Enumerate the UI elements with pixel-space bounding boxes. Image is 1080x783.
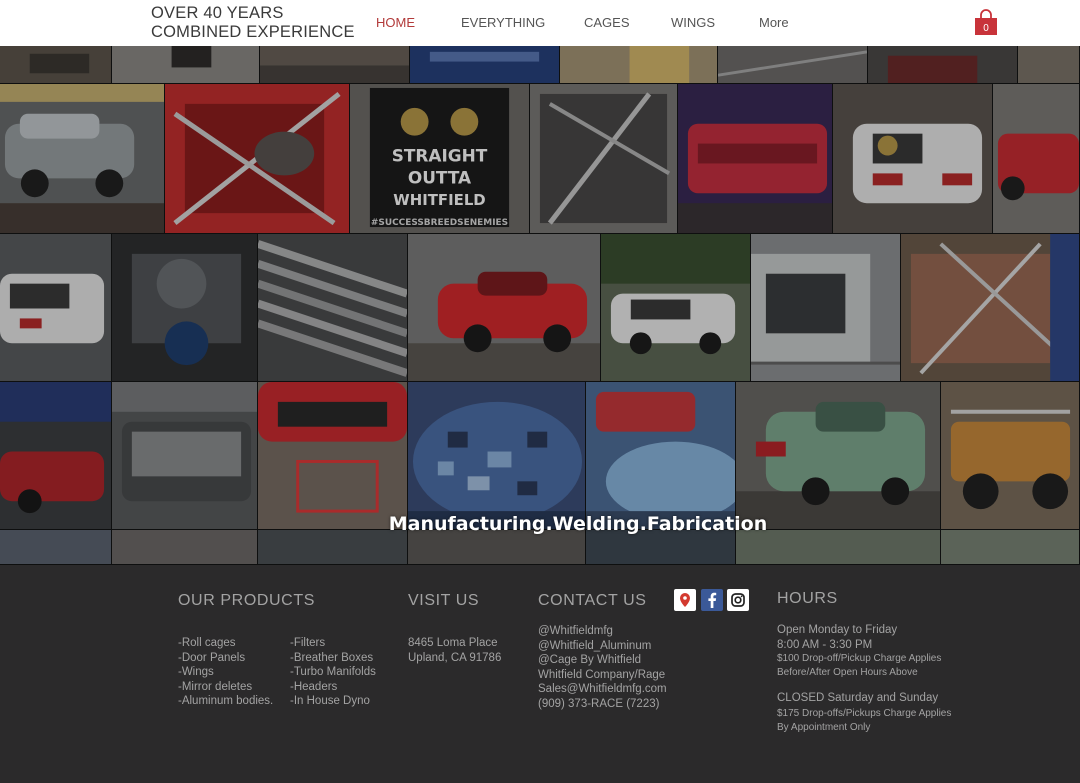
photo-tile <box>408 382 586 530</box>
photo-tile <box>560 46 718 84</box>
photo-tile <box>408 530 586 565</box>
hours-title: HOURS <box>777 590 838 607</box>
address-line-2: Upland, CA 91786 <box>408 651 502 664</box>
photo-tile <box>1018 46 1080 84</box>
nav-wings[interactable]: WINGS <box>671 15 715 30</box>
photo-tile <box>0 84 165 234</box>
photo-tile <box>833 84 993 234</box>
photo-tile <box>165 84 350 234</box>
instagram-icon[interactable] <box>727 589 749 611</box>
nav-everything[interactable]: EVERYTHING <box>461 15 545 30</box>
cart-count: 0 <box>983 23 989 34</box>
contact-phone[interactable]: (909) 373-RACE (7223) <box>538 697 659 712</box>
product-item: -Aluminum bodies. <box>178 695 274 708</box>
photo-tile <box>258 530 408 565</box>
nav-home[interactable]: HOME <box>376 15 415 30</box>
facebook-icon[interactable] <box>701 589 723 611</box>
photo-tile <box>258 234 408 382</box>
hero-tagline: Manufacturing.Welding.Fabrication <box>388 513 768 535</box>
photo-tile <box>901 234 1080 382</box>
photo-tile <box>0 46 112 84</box>
contact-cage[interactable]: @Cage By Whitfield <box>538 653 641 668</box>
photo-tile <box>941 382 1080 530</box>
photo-tile <box>718 46 868 84</box>
site-header: OVER 40 YEARS COMBINED EXPERIENCE HOME E… <box>0 0 1080 46</box>
photo-tile <box>0 234 112 382</box>
brand-line-1: OVER 40 YEARS <box>151 4 284 22</box>
photo-tile <box>258 382 408 530</box>
photo-tile <box>678 84 833 234</box>
photo-tile <box>586 530 736 565</box>
contact-company[interactable]: Whitfield Company/Rage <box>538 668 665 683</box>
products-title: OUR PRODUCTS <box>178 592 315 609</box>
brand-line-2: COMBINED EXPERIENCE <box>151 23 355 41</box>
sign-line-2: OUTTA <box>408 167 471 187</box>
hours-line: By Appointment Only <box>777 722 871 733</box>
sign-line-3: WHITFIELD <box>393 191 485 209</box>
cart-button[interactable]: 0 <box>974 9 998 36</box>
photo-tile <box>408 234 601 382</box>
product-item: -Door Panels <box>178 651 246 664</box>
photo-tile <box>112 530 258 565</box>
product-item: -Turbo Manifolds <box>290 666 376 679</box>
photo-tile <box>112 382 258 530</box>
photo-tile <box>941 530 1080 565</box>
hours-line: $100 Drop-off/Pickup Charge Applies <box>777 653 942 664</box>
photo-tile <box>868 46 1018 84</box>
contact-instagram-aluminum[interactable]: @Whitfield_Aluminum <box>538 639 651 654</box>
sign-hashtag: #SUCCESSBREEDSENEMIES <box>371 218 508 228</box>
product-item: -Mirror deletes <box>178 680 253 693</box>
photo-tile <box>601 234 751 382</box>
photo-tile <box>0 382 112 530</box>
contact-title: CONTACT US <box>538 592 647 609</box>
hours-line: CLOSED Saturday and Sunday <box>777 692 939 704</box>
photo-tile <box>751 234 901 382</box>
photo-tile <box>410 46 560 84</box>
photo-tile <box>736 530 941 565</box>
hours-line: Before/After Open Hours Above <box>777 667 918 678</box>
photo-tile <box>260 46 410 84</box>
hours-line: $175 Drop-offs/Pickups Charge Applies <box>777 708 952 719</box>
hours-line: 8:00 AM - 3:30 PM <box>777 638 873 651</box>
address-line-1: 8465 Loma Place <box>408 637 498 649</box>
product-item: -Filters <box>290 637 326 649</box>
site-footer: OUR PRODUCTS -Roll cages -Door Panels -W… <box>0 565 1080 783</box>
product-item: -In House Dyno <box>290 695 370 708</box>
contact-instagram[interactable]: @Whitfieldmfg <box>538 624 613 639</box>
product-item: -Wings <box>178 666 214 679</box>
site-brand[interactable]: OVER 40 YEARS COMBINED EXPERIENCE <box>151 4 355 42</box>
photo-tile <box>0 530 112 565</box>
contact-email[interactable]: Sales@Whitfieldmfg.com <box>538 682 667 697</box>
photo-tile <box>112 46 260 84</box>
nav-cages[interactable]: CAGES <box>584 15 630 30</box>
photo-tile <box>993 84 1080 234</box>
product-item: -Breather Boxes <box>290 651 374 664</box>
photo-tile <box>736 382 941 530</box>
hero-collage: STRAIGHT OUTTA WHITFIELD #SUCCESSBREEDSE… <box>0 46 1080 565</box>
sign-line-1: STRAIGHT <box>392 145 488 165</box>
nav-more[interactable]: More <box>759 15 789 30</box>
photo-tile <box>586 382 736 530</box>
product-item: -Headers <box>290 680 338 693</box>
hours-line: Open Monday to Friday <box>777 624 898 636</box>
product-item: -Roll cages <box>178 637 236 649</box>
map-pin-icon[interactable] <box>674 589 696 611</box>
photo-tile: STRAIGHT OUTTA WHITFIELD #SUCCESSBREEDSE… <box>350 84 530 234</box>
photo-tile <box>112 234 258 382</box>
shopping-bag-icon: 0 <box>975 9 997 35</box>
visit-title: VISIT US <box>408 592 480 609</box>
photo-tile <box>530 84 678 234</box>
